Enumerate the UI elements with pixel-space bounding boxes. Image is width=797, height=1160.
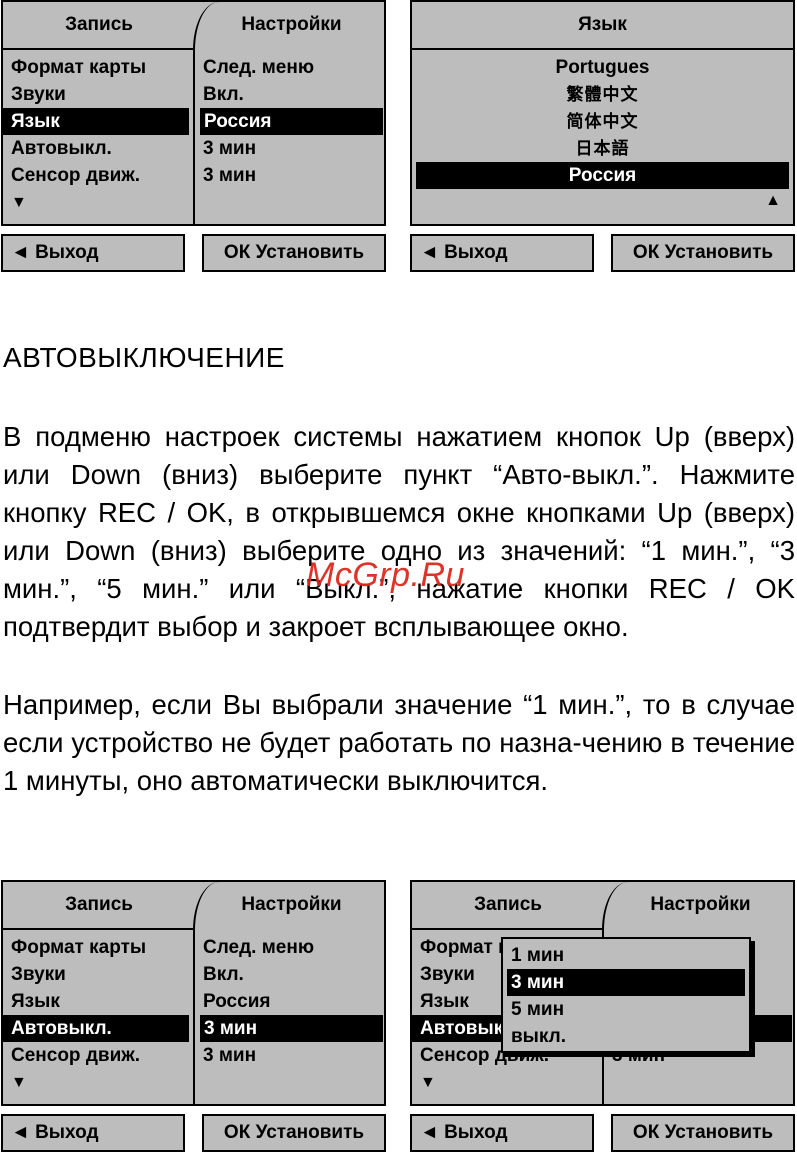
settings-screen-auto-off: Запись Настройки Формат карты Звуки Язык… <box>1 880 386 1160</box>
value-language: Россия <box>203 991 271 1012</box>
menu-item-motion-sensor[interactable]: Сенсор движ. <box>3 162 193 189</box>
language-panel: Язык Portugues 繁體中文 简体中文 日本語 Россия ▲ <box>410 0 795 226</box>
menu-item-sounds[interactable]: Звуки <box>3 81 193 108</box>
exit-button[interactable]: ◄ Выход <box>1 234 185 272</box>
paragraph-example: Например, если Вы выбрали значение “1 ми… <box>3 689 795 796</box>
ok-set-button[interactable]: ОК Установить <box>202 234 386 272</box>
ok-set-button[interactable]: ОК Установить <box>202 1114 386 1152</box>
value-auto-off: 3 мин <box>200 1015 383 1042</box>
tab-settings[interactable]: Настройки <box>602 882 793 930</box>
popup-option-1-min[interactable]: 1 мин <box>503 942 749 969</box>
popup-option-3-min[interactable]: 3 мин <box>507 969 745 996</box>
value-motion-sensor: 3 мин <box>203 165 257 186</box>
exit-button[interactable]: ◄ Выход <box>410 1114 594 1152</box>
popup-option-5-min[interactable]: 5 мин <box>503 996 749 1023</box>
popup-option-off[interactable]: выкл. <box>503 1023 749 1050</box>
ok-set-button[interactable]: ОК Установить <box>611 234 795 272</box>
value-language: Россия <box>200 108 383 135</box>
auto-off-popup: 1 мин 3 мин 5 мин выкл. <box>501 937 751 1053</box>
menu-values-column: След. меню Вкл. Россия 3 мин 3 мин <box>195 934 384 1069</box>
value-card-format: След. меню <box>203 57 315 78</box>
language-option-japanese[interactable]: 日本語 <box>412 135 793 162</box>
chevron-down-icon[interactable]: ▼ <box>3 1069 193 1096</box>
menu-item-card-format[interactable]: Формат карты <box>3 54 193 81</box>
value-sounds: Вкл. <box>203 964 244 985</box>
value-motion-sensor: 3 мин <box>203 1045 257 1066</box>
watermark: McGrp.Ru <box>306 556 465 594</box>
language-title: Язык <box>412 2 793 50</box>
menu-panel: Запись Настройки Формат карты Звуки Язык… <box>1 880 386 1106</box>
tab-record[interactable]: Запись <box>3 882 195 930</box>
menu-item-language[interactable]: Язык <box>3 988 193 1015</box>
value-auto-off: 3 мин <box>203 138 257 159</box>
value-sounds: Вкл. <box>203 84 244 105</box>
language-list: Portugues 繁體中文 简体中文 日本語 Россия <box>412 54 793 189</box>
tab-record[interactable]: Запись <box>3 2 195 50</box>
language-screen: Язык Portugues 繁體中文 简体中文 日本語 Россия ▲ ◄ … <box>410 0 795 280</box>
tab-underline <box>3 928 193 930</box>
menu-item-card-format[interactable]: Формат карты <box>3 934 193 961</box>
menu-panel: Запись Настройки Формат карты Звуки Язык… <box>410 880 795 1106</box>
menu-items-column: Формат карты Звуки Язык Автовыкл. Сенсор… <box>3 54 193 216</box>
menu-item-sounds[interactable]: Звуки <box>3 961 193 988</box>
exit-button[interactable]: ◄ Выход <box>1 1114 185 1152</box>
menu-values-column: След. меню Вкл. Россия 3 мин 3 мин <box>195 54 384 189</box>
tab-record[interactable]: Запись <box>412 882 604 930</box>
tab-underline <box>3 48 193 50</box>
chevron-down-icon[interactable]: ▼ <box>412 1069 602 1096</box>
language-option-traditional-chinese[interactable]: 繁體中文 <box>412 81 793 108</box>
tab-settings[interactable]: Настройки <box>193 882 384 930</box>
tab-underline <box>412 928 602 930</box>
menu-panel: Запись Настройки Формат карты Звуки Язык… <box>1 0 386 226</box>
ok-set-button[interactable]: ОК Установить <box>611 1114 795 1152</box>
menu-item-motion-sensor[interactable]: Сенсор движ. <box>3 1042 193 1069</box>
language-option-portuguese[interactable]: Portugues <box>412 54 793 81</box>
value-card-format: След. меню <box>203 937 315 958</box>
settings-screen-language: Запись Настройки Формат карты Звуки Язык… <box>1 0 386 280</box>
section-heading: АВТОВЫКЛЮЧЕНИЕ <box>3 342 285 373</box>
chevron-up-icon[interactable]: ▲ <box>765 192 781 210</box>
language-option-russian[interactable]: Россия <box>416 162 789 189</box>
paragraph-instructions: В подменю настроек системы нажатием кноп… <box>3 421 795 642</box>
chevron-down-icon[interactable]: ▼ <box>3 189 193 216</box>
language-option-simplified-chinese[interactable]: 简体中文 <box>412 108 793 135</box>
menu-item-language[interactable]: Язык <box>3 108 189 135</box>
settings-screen-auto-off-popup: Запись Настройки Формат карты Звуки Язык… <box>410 880 795 1160</box>
tab-settings[interactable]: Настройки <box>193 2 384 50</box>
menu-item-auto-off[interactable]: Автовыкл. <box>3 135 193 162</box>
exit-button[interactable]: ◄ Выход <box>410 234 594 272</box>
menu-items-column: Формат карты Звуки Язык Автовыкл. Сенсор… <box>3 934 193 1096</box>
menu-item-auto-off[interactable]: Автовыкл. <box>3 1015 189 1042</box>
